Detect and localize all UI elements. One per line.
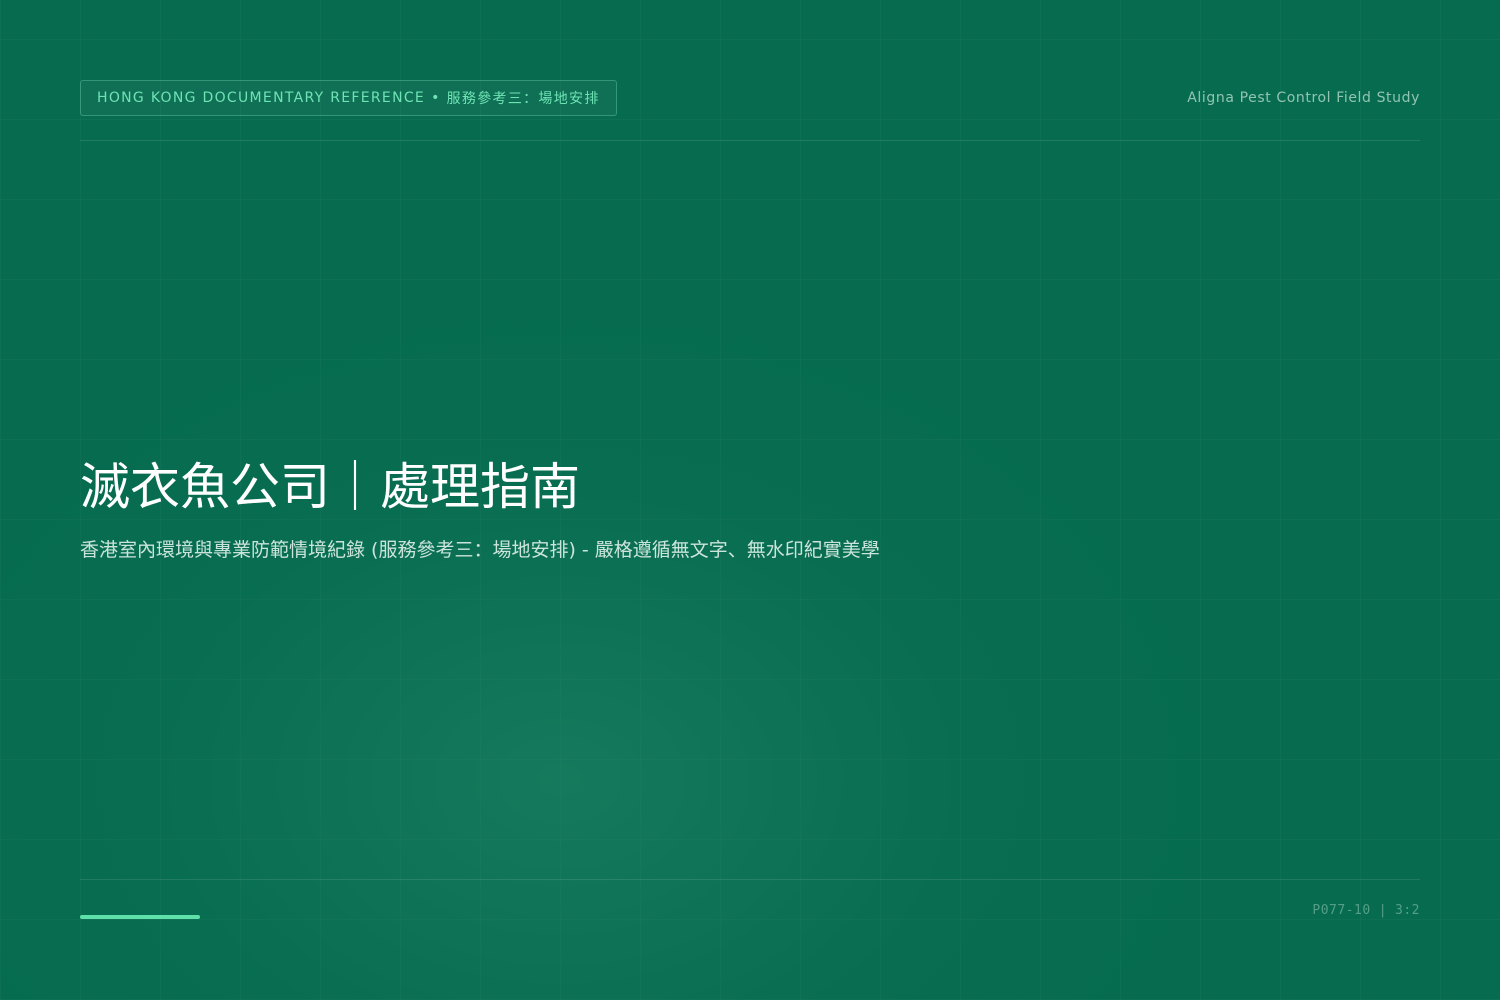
page-subtitle: 香港室內環境與專業防範情境紀錄 (服務參考三：場地安排) - 嚴格遵循無文字、無… [80,539,880,561]
header: HONG KONG DOCUMENTARY REFERENCE • 服務參考三：… [80,80,1420,116]
slide-page: HONG KONG DOCUMENTARY REFERENCE • 服務參考三：… [0,0,1500,1000]
footer-aspect-ratio: 3:2 [1395,903,1420,918]
footer-divider [80,879,1420,880]
badge-separator: • [431,90,441,106]
footer-divider-glyph: | [1378,903,1388,918]
footer-code: P077-10 | 3:2 [1312,903,1420,918]
header-divider [80,140,1420,141]
badge-suffix: 服務參考三：場地安排 [446,91,600,107]
accent-bar [80,915,200,919]
badge-prefix: HONG KONG DOCUMENTARY REFERENCE [97,90,426,106]
reference-badge: HONG KONG DOCUMENTARY REFERENCE • 服務參考三：… [80,80,617,116]
study-label: Aligna Pest Control Field Study [1187,90,1420,106]
page-title: 滅衣魚公司｜處理指南 [80,458,580,516]
footer-page-code: P077-10 [1312,903,1371,918]
